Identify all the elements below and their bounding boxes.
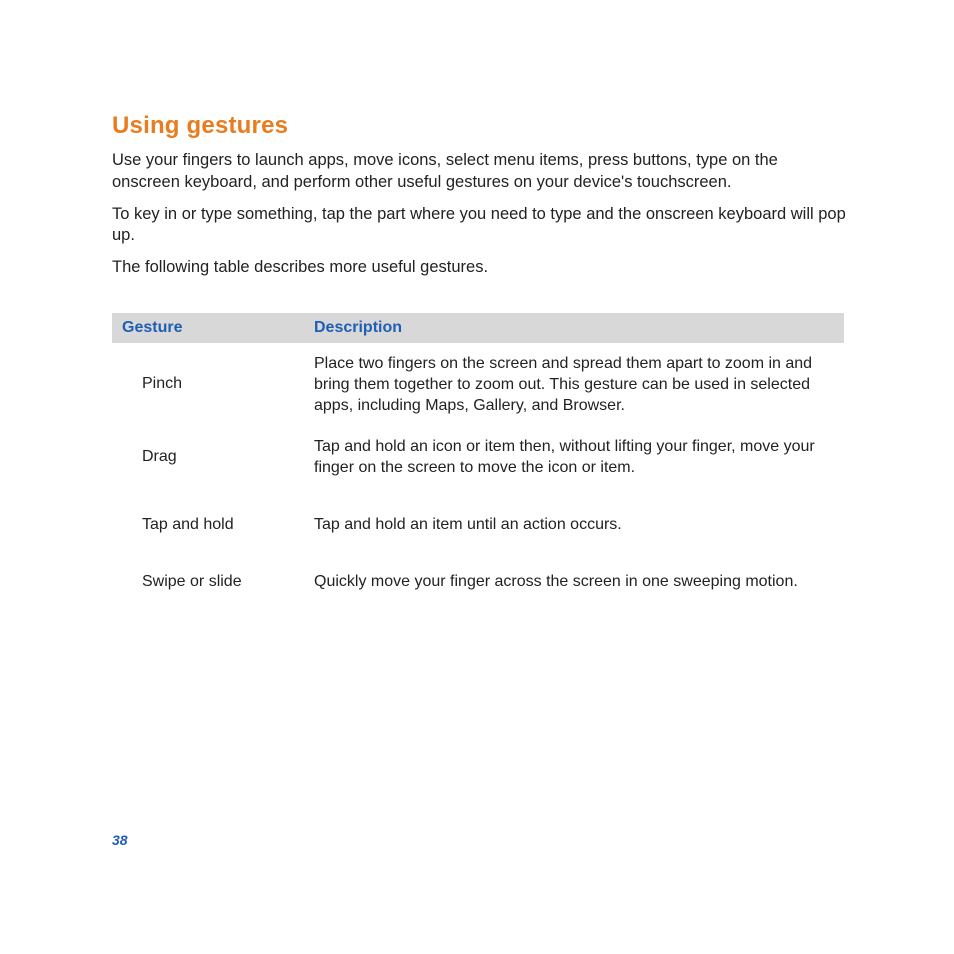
- table-header-description: Description: [314, 319, 844, 337]
- table-row: Tap and hold Tap and hold an item until …: [112, 488, 844, 561]
- section-title: Using gestures: [112, 112, 846, 140]
- table-row: Drag Tap and hold an icon or item then, …: [112, 426, 844, 488]
- description-cell: Tap and hold an item until an action occ…: [314, 514, 844, 535]
- gesture-cell: Swipe or slide: [122, 573, 314, 591]
- table-header-gesture: Gesture: [122, 319, 314, 337]
- intro-paragraph-2: To key in or type something, tap the par…: [112, 204, 846, 248]
- intro-paragraph-3: The following table describes more usefu…: [112, 257, 846, 279]
- intro-paragraph-1: Use your fingers to launch apps, move ic…: [112, 150, 846, 194]
- description-cell: Quickly move your finger across the scre…: [314, 571, 844, 592]
- table-header-row: Gesture Description: [112, 313, 844, 343]
- page-number: 38: [112, 832, 128, 848]
- gesture-cell: Drag: [122, 448, 314, 466]
- table-row: Swipe or slide Quickly move your finger …: [112, 561, 844, 602]
- table-row: Pinch Place two fingers on the screen an…: [112, 343, 844, 426]
- gesture-table: Gesture Description Pinch Place two fing…: [112, 313, 844, 603]
- gesture-cell: Tap and hold: [122, 516, 314, 534]
- gesture-cell: Pinch: [122, 375, 314, 393]
- document-page: Using gestures Use your fingers to launc…: [0, 0, 954, 603]
- description-cell: Tap and hold an icon or item then, witho…: [314, 436, 844, 478]
- description-cell: Place two fingers on the screen and spre…: [314, 353, 844, 416]
